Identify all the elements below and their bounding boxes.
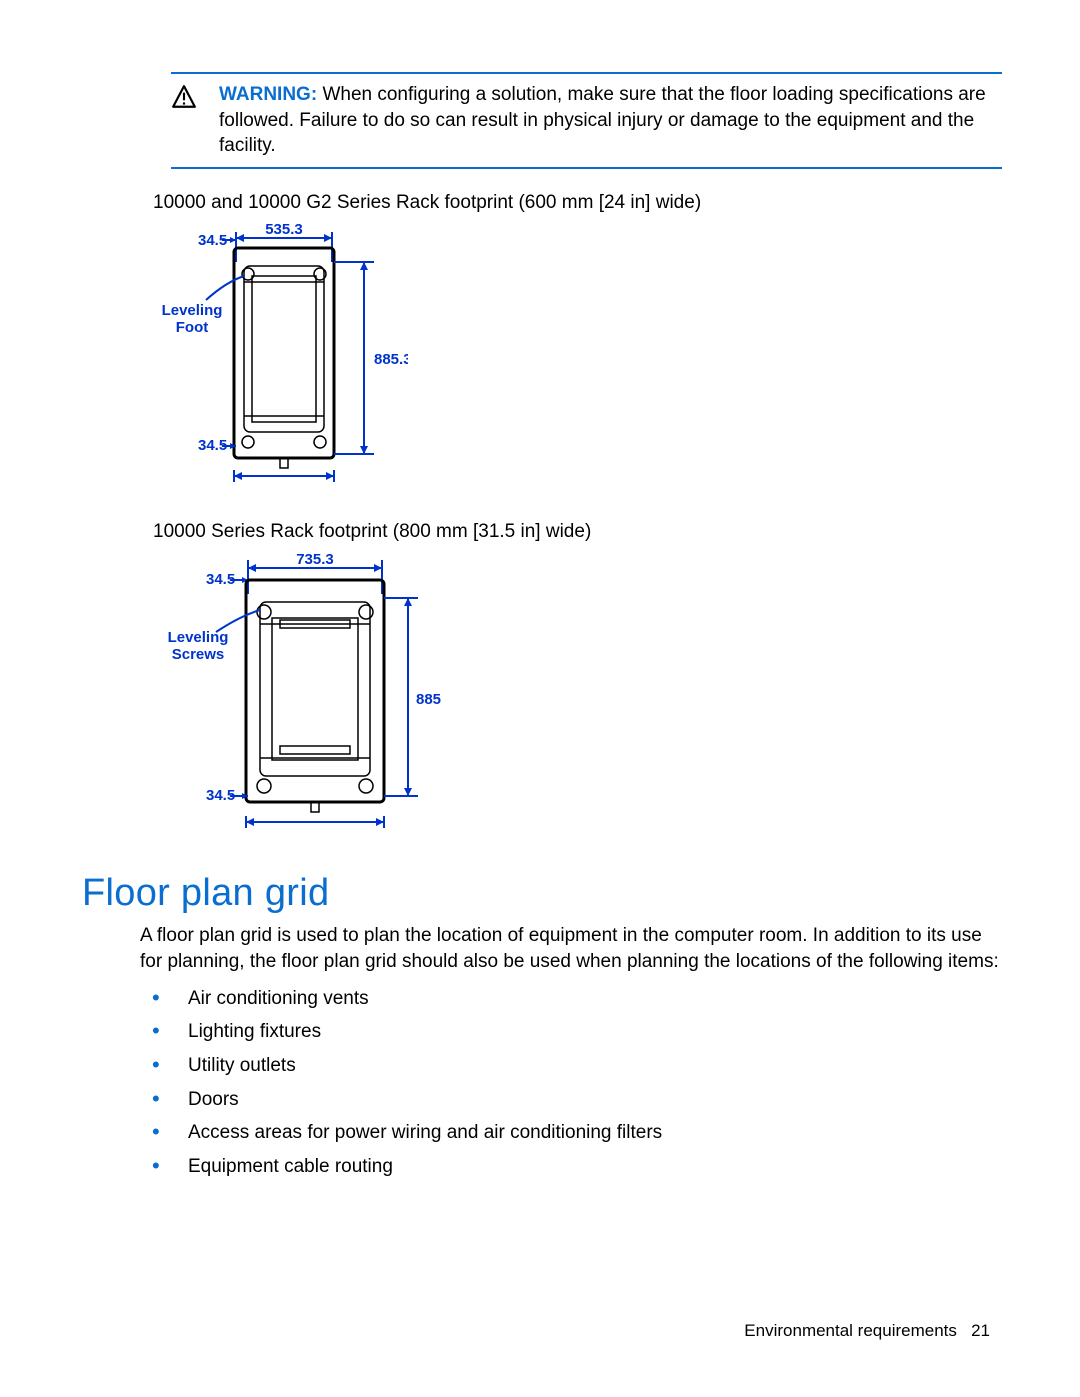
rack-footprint-600-diagram: 535.3 34.5 Leveling Foot [156, 222, 408, 490]
list-item: Air conditioning vents [174, 987, 1002, 1012]
diagram-600-caption: 10000 and 10000 G2 Series Rack footprint… [153, 191, 1002, 216]
list-item: Access areas for power wiring and air co… [174, 1121, 1002, 1146]
leveling-screws-l1: Leveling [168, 629, 229, 646]
list-item: Utility outlets [174, 1054, 1002, 1079]
footer-section: Environmental requirements [744, 1321, 957, 1340]
dim-top-width-800: 735.3 [296, 551, 334, 568]
warning-callout: WARNING: When configuring a solution, ma… [171, 72, 1002, 169]
dim-side-height-800: 885.3 [416, 691, 442, 708]
page-content: WARNING: When configuring a solution, ma… [82, 72, 1002, 1189]
leveling-screws-l2: Screws [172, 646, 225, 663]
page-footer: Environmental requirements 21 [744, 1321, 990, 1341]
list-item: Equipment cable routing [174, 1155, 1002, 1180]
diagram-800-caption: 10000 Series Rack footprint (800 mm [31.… [153, 520, 1002, 545]
warning-label: WARNING: [219, 84, 317, 105]
section-paragraph: A floor plan grid is used to plan the lo… [140, 923, 1002, 974]
bullet-list: Air conditioning vents Lighting fixtures… [140, 987, 1002, 1180]
warning-text: WARNING: When configuring a solution, ma… [219, 82, 1002, 159]
section-heading-floor-plan-grid: Floor plan grid [82, 872, 1002, 915]
warning-body: When configuring a solution, make sure t… [219, 84, 986, 156]
leveling-foot-l1: Leveling [162, 302, 223, 319]
dim-side-height: 885.3 [374, 351, 408, 368]
footer-page-number: 21 [971, 1321, 990, 1340]
list-item: Lighting fixtures [174, 1020, 1002, 1045]
dim-top-width: 535.3 [265, 222, 303, 238]
leveling-foot-l2: Foot [176, 319, 208, 336]
rack-footprint-800-diagram: 735.3 34.5 Leveling Screws [156, 550, 442, 838]
list-item: Doors [174, 1088, 1002, 1113]
warning-icon [171, 82, 219, 115]
